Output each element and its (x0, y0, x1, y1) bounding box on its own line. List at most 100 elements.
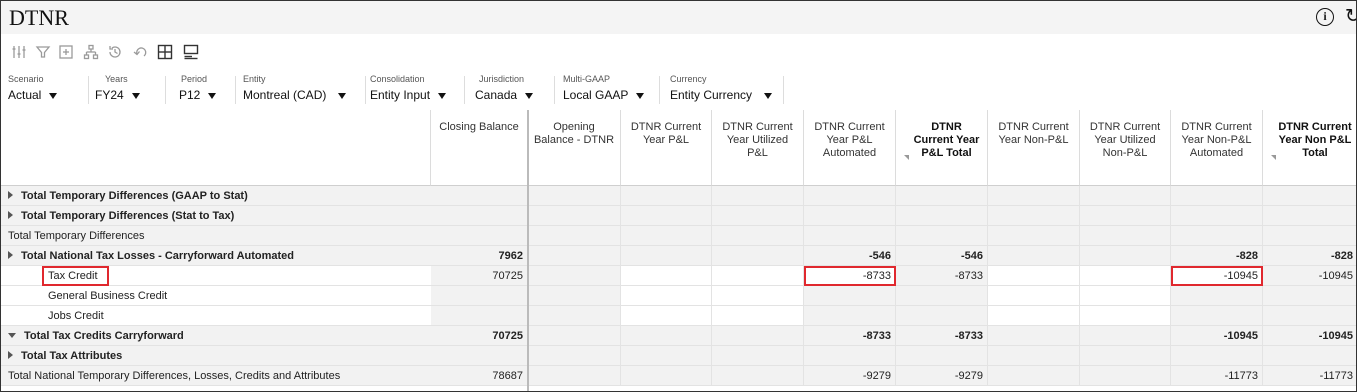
grid-cell[interactable] (1080, 306, 1171, 326)
freeze-divider[interactable] (527, 110, 529, 391)
column-header[interactable]: DTNR Current Year Non-P&L (988, 110, 1080, 186)
refresh-icon[interactable]: ↻ (1345, 5, 1356, 28)
grid-cell[interactable] (1171, 306, 1263, 326)
grid-cell[interactable]: -8733 (896, 266, 988, 286)
row-header[interactable]: Total Tax Credits Carryforward (1, 326, 431, 346)
grid-cell[interactable] (528, 206, 621, 226)
pov-consolidation[interactable]: Consolidation Entity Input (370, 74, 447, 104)
grid-cell[interactable] (621, 326, 712, 346)
grid-cell[interactable] (988, 346, 1080, 366)
pov-value[interactable]: Entity Currency (670, 87, 773, 104)
grid-cell[interactable] (988, 306, 1080, 326)
pov-value[interactable]: Montreal (CAD) (243, 87, 347, 104)
column-header[interactable]: DTNR Current Year P&L (621, 110, 712, 186)
grid-cell[interactable] (1171, 286, 1263, 306)
pov-currency[interactable]: Currency Entity Currency (670, 74, 773, 104)
row-header[interactable]: Total National Tax Losses - Carryforward… (1, 246, 431, 266)
undo-icon[interactable] (132, 44, 148, 60)
expand-icon[interactable] (8, 191, 13, 199)
grid-cell[interactable] (1080, 366, 1171, 386)
history-icon[interactable] (107, 44, 123, 60)
pov-years[interactable]: Years FY24 (95, 74, 140, 104)
column-header[interactable]: DTNR Current Year Utilized Non-P&L (1080, 110, 1171, 186)
info-icon[interactable]: i (1316, 8, 1334, 26)
grid-cell[interactable]: -8733 (804, 326, 896, 346)
row-header[interactable]: Total Tax Attributes (1, 346, 431, 366)
grid-cell[interactable] (431, 206, 528, 226)
pov-entity[interactable]: Entity Montreal (CAD) (243, 74, 347, 104)
pov-multi-gaap[interactable]: Multi-GAAP Local GAAP (563, 74, 645, 104)
column-header[interactable]: DTNR Current Year Utilized P&L (712, 110, 804, 186)
add-icon[interactable] (58, 44, 74, 60)
grid-cell[interactable] (1263, 186, 1356, 206)
grid-cell[interactable] (712, 186, 804, 206)
grid-cell[interactable]: 70725 (431, 266, 528, 286)
expand-icon[interactable] (8, 211, 13, 219)
grid-cell[interactable] (988, 266, 1080, 286)
grid-cell[interactable] (621, 206, 712, 226)
grid-cell[interactable] (621, 186, 712, 206)
grid-cell[interactable] (528, 266, 621, 286)
column-header[interactable]: DTNR Current Year P&L Total (896, 110, 988, 186)
grid-cell[interactable] (431, 186, 528, 206)
pov-value[interactable]: Local GAAP (563, 87, 645, 104)
grid-cell[interactable]: 7962 (431, 246, 528, 266)
grid-cell[interactable] (1080, 286, 1171, 306)
grid-cell[interactable] (621, 346, 712, 366)
row-header[interactable]: General Business Credit (1, 286, 431, 306)
grid-cell[interactable] (621, 286, 712, 306)
grid-cell[interactable] (528, 366, 621, 386)
grid-cell[interactable]: -10945 (1263, 266, 1356, 286)
grid-cell[interactable] (621, 266, 712, 286)
grid-cell[interactable] (988, 326, 1080, 346)
grid-cell[interactable] (988, 226, 1080, 246)
pov-value[interactable]: Entity Input (370, 87, 447, 104)
grid-cell[interactable] (712, 266, 804, 286)
grid-cell[interactable] (431, 306, 528, 326)
grid-cell[interactable] (1080, 206, 1171, 226)
grid-cell[interactable] (1171, 186, 1263, 206)
grid-cell[interactable] (1080, 246, 1171, 266)
grid-cell[interactable] (1263, 206, 1356, 226)
grid-cell[interactable]: 70725 (431, 326, 528, 346)
grid-cell[interactable] (528, 226, 621, 246)
grid-cell[interactable] (621, 306, 712, 326)
grid-cell[interactable] (1171, 206, 1263, 226)
grid-cell[interactable] (1080, 326, 1171, 346)
row-header[interactable]: Jobs Credit (1, 306, 431, 326)
grid-cell[interactable] (528, 306, 621, 326)
column-header[interactable]: DTNR Current Year Non-P&L Automated (1171, 110, 1263, 186)
expand-icon[interactable] (8, 251, 13, 259)
pov-jurisdiction[interactable]: Jurisdiction Canada (475, 74, 534, 104)
grid-cell[interactable] (528, 186, 621, 206)
grid-cell[interactable]: -8733 (896, 326, 988, 346)
column-header[interactable]: DTNR Current Year Non P&L Total (1263, 110, 1356, 186)
grid-cell[interactable] (804, 346, 896, 366)
pov-value[interactable]: P12 (171, 87, 217, 104)
grid-cell[interactable] (988, 246, 1080, 266)
pov-value[interactable]: Actual (8, 87, 58, 104)
grid-cell[interactable] (988, 286, 1080, 306)
pov-value[interactable]: FY24 (95, 87, 140, 104)
grid-cell[interactable] (1080, 186, 1171, 206)
grid-cell[interactable] (431, 346, 528, 366)
grid-cell[interactable] (621, 226, 712, 246)
expand-icon[interactable] (8, 351, 13, 359)
grid-cell[interactable] (896, 226, 988, 246)
grid-cell[interactable] (988, 366, 1080, 386)
grid-cell[interactable] (896, 286, 988, 306)
column-header[interactable]: Closing Balance (431, 110, 528, 186)
grid-cell[interactable] (988, 186, 1080, 206)
grid-cell[interactable]: -9279 (804, 366, 896, 386)
grid-cell[interactable] (528, 326, 621, 346)
grid-cell[interactable] (1080, 266, 1171, 286)
column-header[interactable]: DTNR Current Year P&L Automated (804, 110, 896, 186)
row-header[interactable]: Total Temporary Differences (GAAP to Sta… (1, 186, 431, 206)
grid-cell[interactable] (712, 206, 804, 226)
row-header[interactable]: Tax Credit (1, 266, 431, 286)
filter-icon[interactable] (35, 44, 51, 60)
grid-cell[interactable] (712, 346, 804, 366)
grid-cell[interactable]: -9279 (896, 366, 988, 386)
grid-cell[interactable]: -10945 (1171, 266, 1263, 286)
grid-cell[interactable] (1263, 346, 1356, 366)
